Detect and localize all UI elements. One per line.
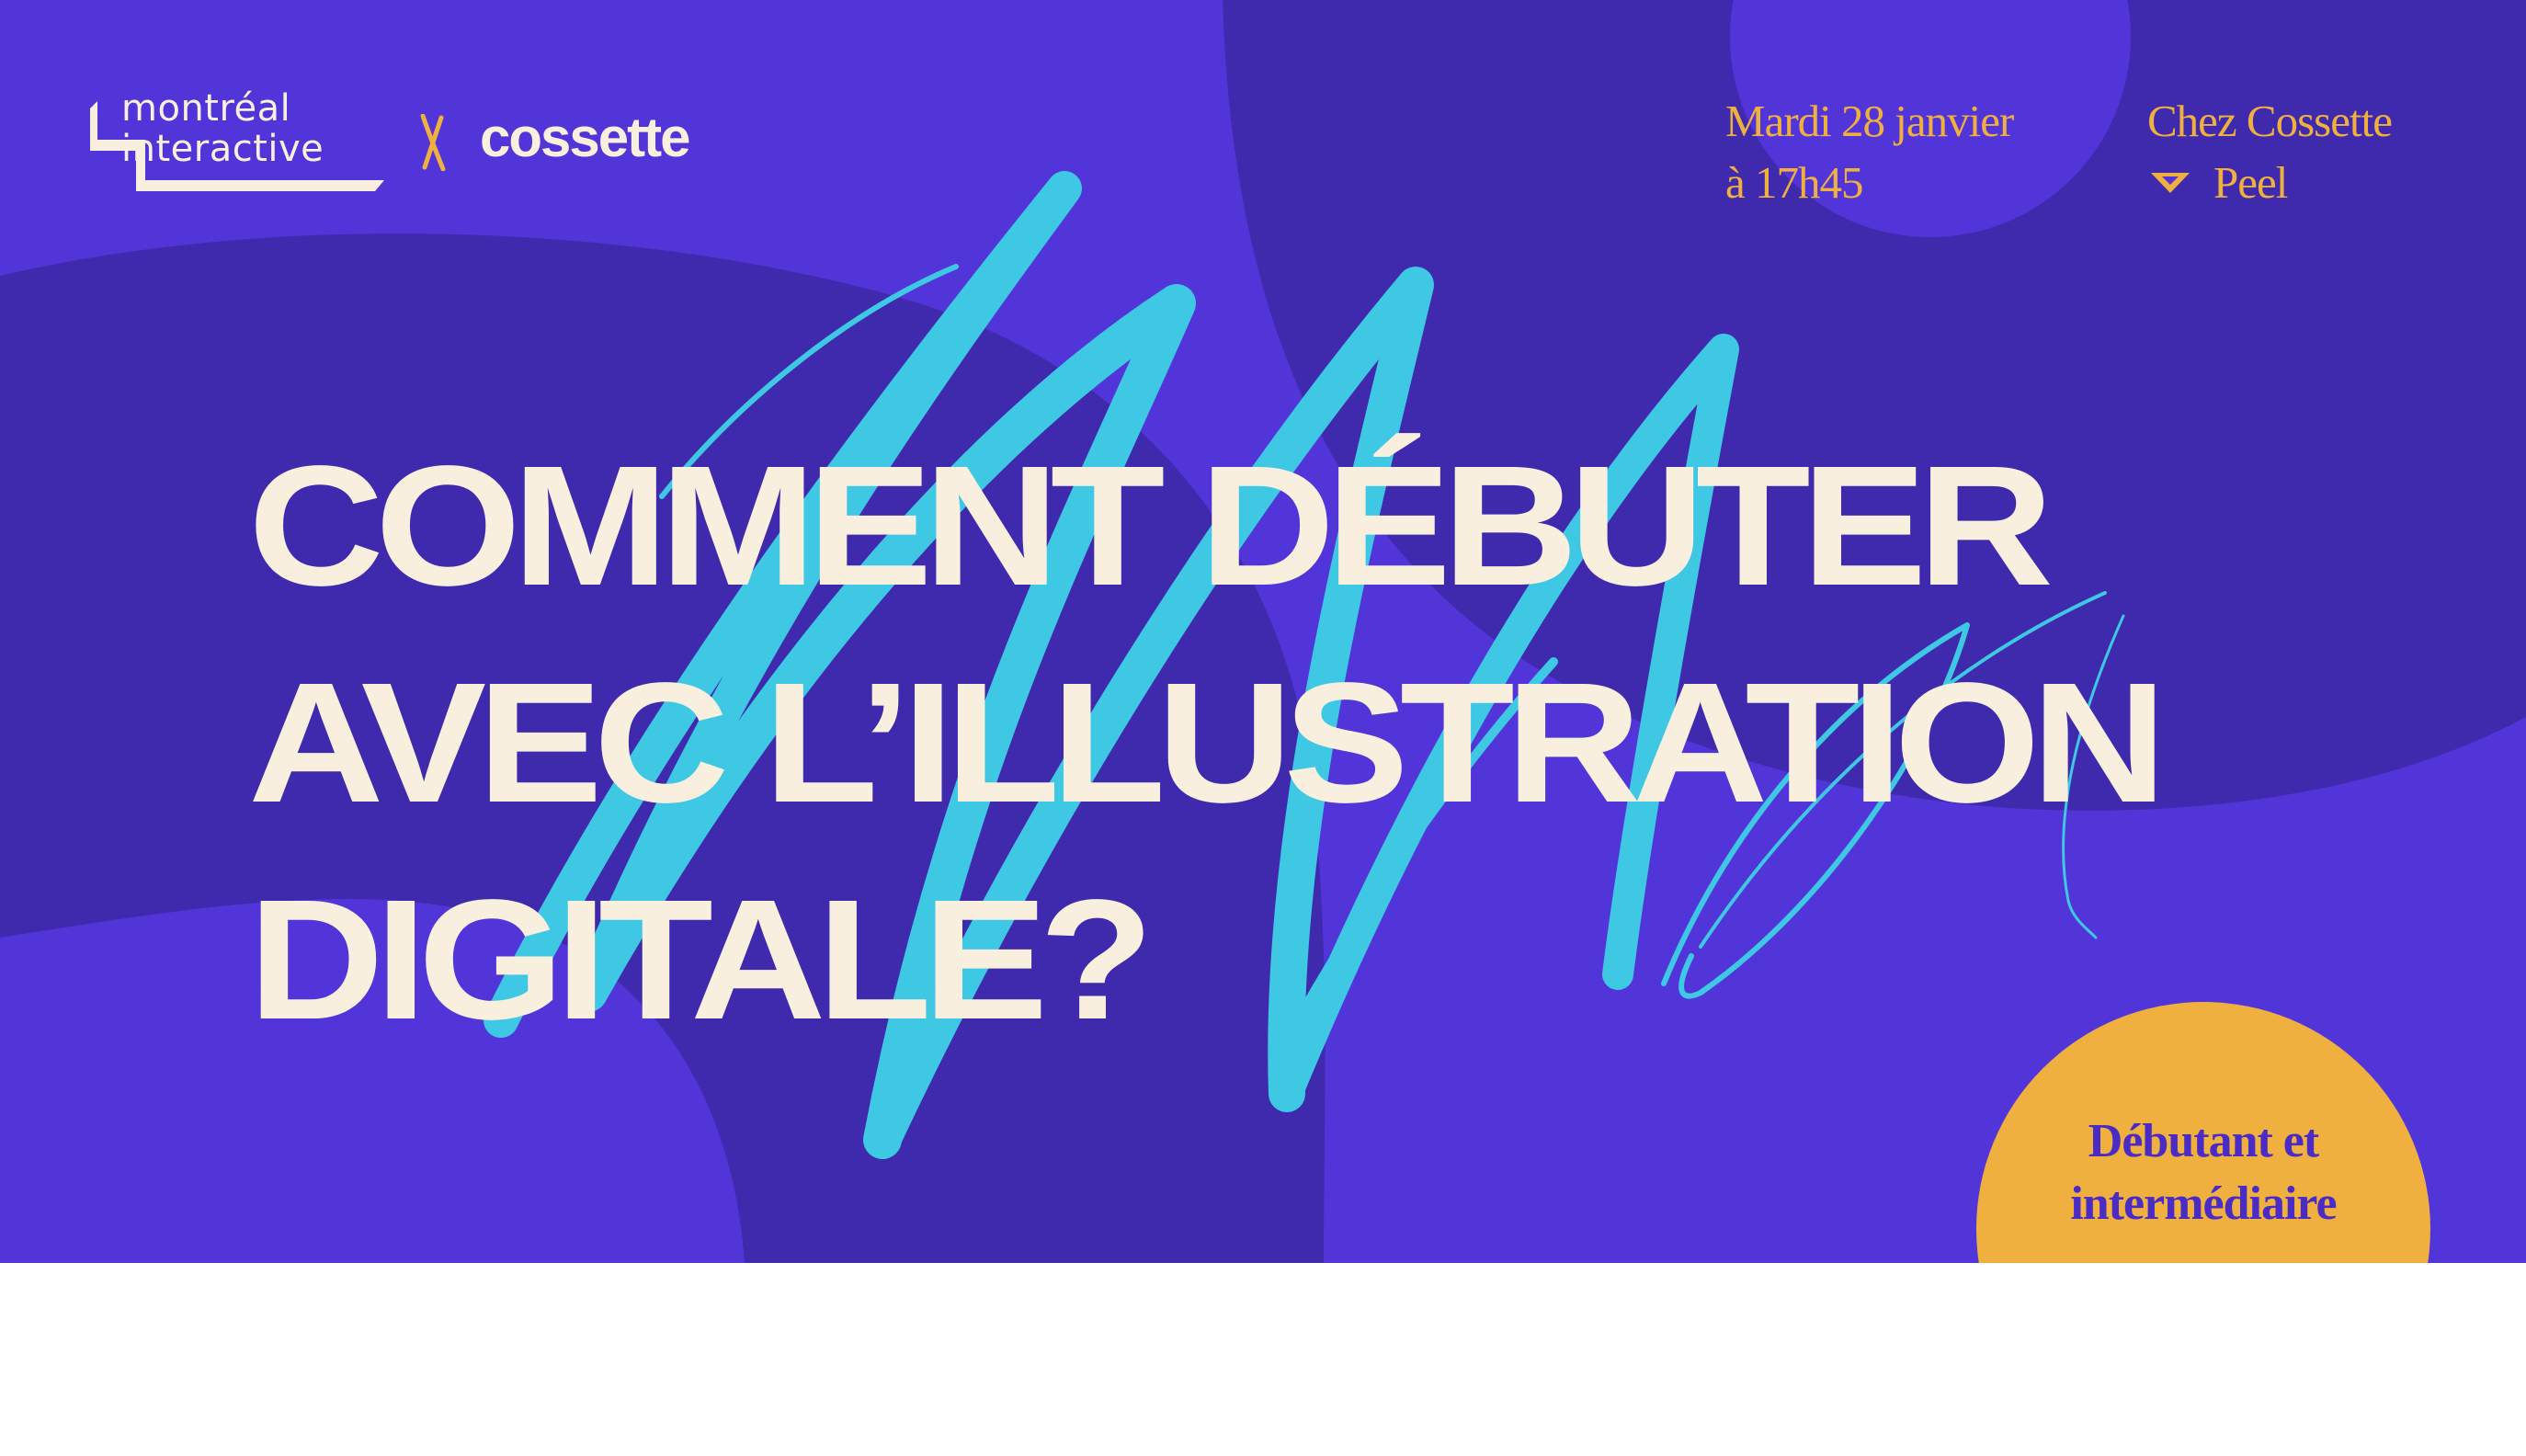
collaboration-x-icon: [420, 114, 446, 171]
location-triangle-icon: [2151, 173, 2190, 193]
event-venue: Chez Cossette: [2147, 96, 2393, 146]
page-title: COMMENT DÉBUTER AVEC L’ILLUSTRATION DIGI…: [248, 418, 2167, 1069]
logo-line-montreal: montréal: [121, 87, 291, 130]
title-line-1: COMMENT DÉBUTER: [248, 431, 2054, 621]
title-line-2: AVEC L’ILLUSTRATION: [248, 648, 2167, 838]
event-date-line: Mardi 28 janvier: [1725, 96, 2014, 146]
logo-line-interactive: interactive: [121, 128, 324, 170]
event-time-line: à 17h45: [1725, 157, 1863, 208]
event-banner: montréal interactive cossette Mardi 28 j…: [0, 0, 2526, 1263]
title-line-3: DIGITALE?: [248, 865, 1154, 1055]
montreal-interactive-logo: montréal interactive: [90, 88, 393, 199]
level-badge-text: Débutant et intermédiaire: [1976, 1110, 2430, 1235]
cossette-logo: cossette: [480, 107, 690, 168]
level-badge-line-2: intermédiaire: [2070, 1177, 2337, 1230]
event-date: Mardi 28 janvier à 17h45: [1725, 90, 2014, 213]
level-badge-line-1: Débutant et: [2088, 1115, 2319, 1167]
level-badge: Débutant et intermédiaire: [1976, 1002, 2430, 1263]
